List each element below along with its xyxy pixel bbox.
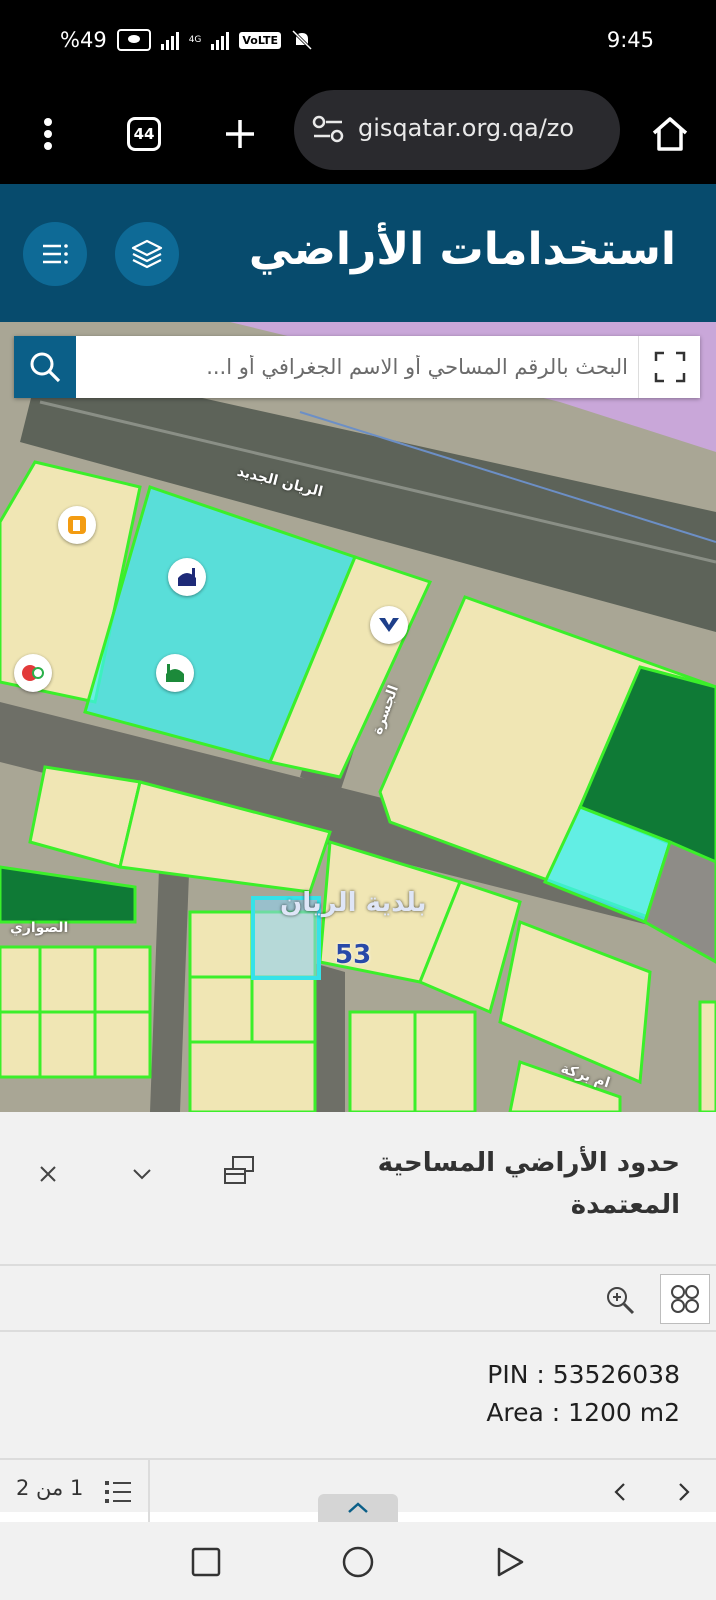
page-indicator: 1 من 2 (16, 1476, 84, 1500)
eye-comfort-icon (116, 29, 151, 51)
battery-percent: %49 (60, 28, 107, 52)
more-vert-icon (44, 118, 52, 150)
map-canvas (0, 322, 716, 1112)
restaurant-icon[interactable] (14, 654, 52, 692)
zoom-to-button[interactable] (600, 1280, 640, 1320)
square-icon (191, 1547, 221, 1577)
panel-title: حدود الأراضي المساحية المعتمدة (377, 1148, 680, 1220)
search-box (14, 336, 700, 398)
network-type: 4G (188, 34, 202, 45)
actions-button[interactable] (660, 1274, 710, 1324)
dock-icon (224, 1156, 254, 1184)
clock: 9:45 (606, 28, 654, 52)
browser-toolbar: 44 gisqatar.org.qa/zo (0, 84, 716, 184)
recent-apps-button[interactable] (184, 1540, 228, 1584)
panel-divider-2 (0, 1330, 716, 1332)
tab-switcher-button[interactable]: 44 (118, 108, 170, 160)
expand-panel-handle[interactable] (318, 1494, 398, 1522)
home-nav-button[interactable] (336, 1540, 380, 1584)
map-view[interactable]: الريان الجديد الجسرة الصواري ام بركة بلد… (0, 322, 716, 1112)
address-bar[interactable]: gisqatar.org.qa/zo (294, 90, 620, 170)
legend-list-button[interactable] (23, 222, 87, 286)
mute-icon (292, 29, 313, 51)
road-label-sawari: الصواري (10, 920, 69, 936)
back-nav-button[interactable] (488, 1540, 532, 1584)
signal-icon (160, 30, 179, 50)
system-nav-bar (0, 1522, 716, 1600)
chevron-down-icon (133, 1169, 151, 1180)
area-value: Area : 1200 m2 (486, 1398, 680, 1427)
shopping-icon[interactable] (370, 606, 408, 644)
plus-icon (226, 120, 254, 148)
search-input[interactable] (86, 336, 634, 398)
chevron-left-icon (614, 1483, 625, 1501)
fullscreen-icon (654, 351, 685, 383)
volte-badge: VoLTE (239, 31, 282, 49)
app-header: استخدامات الأراضي (0, 184, 716, 322)
dock-button[interactable] (218, 1150, 260, 1192)
feature-info-panel: حدود الأراضي المساحية المعتمدة PIN : 535… (0, 1112, 716, 1522)
signal-icon-2 (211, 30, 230, 50)
list-icon (43, 244, 68, 264)
home-icon (652, 117, 688, 151)
mosque-icon[interactable] (168, 558, 206, 596)
status-bar: %49 4G VoLTE 9:45 (0, 0, 716, 84)
back-triangle-icon (497, 1547, 524, 1577)
tab-count: 44 (127, 117, 161, 151)
pin-value: PIN : 53526038 (487, 1360, 680, 1389)
url-text: gisqatar.org.qa/zo (358, 114, 575, 142)
pager-separator (148, 1460, 150, 1522)
new-tab-button[interactable] (214, 108, 266, 160)
grid-circles-icon (671, 1285, 699, 1313)
home-button[interactable] (644, 108, 696, 160)
municipality-label: بلدية الريان (280, 888, 427, 918)
fuel-station-icon[interactable] (58, 506, 96, 544)
feature-attributes: PIN : 53526038 Area : 1200 m2 (400, 1356, 680, 1432)
zone-number-label: 53 (335, 940, 372, 970)
app-title: استخدامات الأراضي (248, 224, 676, 275)
circle-icon (342, 1546, 374, 1578)
previous-feature-button[interactable] (604, 1474, 636, 1510)
close-button[interactable] (30, 1156, 66, 1192)
collapse-button[interactable] (124, 1156, 160, 1192)
chevron-right-icon (679, 1483, 690, 1501)
zoom-in-icon (607, 1287, 635, 1315)
next-feature-button[interactable] (668, 1474, 700, 1510)
layers-button[interactable] (115, 222, 179, 286)
panel-divider (0, 1264, 716, 1266)
layers-icon (131, 239, 163, 269)
search-button[interactable] (14, 336, 76, 398)
chevron-up-icon (348, 1502, 368, 1513)
site-settings-icon (312, 115, 344, 143)
browser-menu-button[interactable] (22, 108, 74, 160)
search-icon (30, 352, 61, 383)
mosque-green-icon[interactable] (156, 654, 194, 692)
close-icon (40, 1166, 56, 1182)
fullscreen-button[interactable] (638, 336, 700, 398)
list-icon (105, 1481, 131, 1503)
feature-list-button[interactable] (98, 1474, 138, 1510)
